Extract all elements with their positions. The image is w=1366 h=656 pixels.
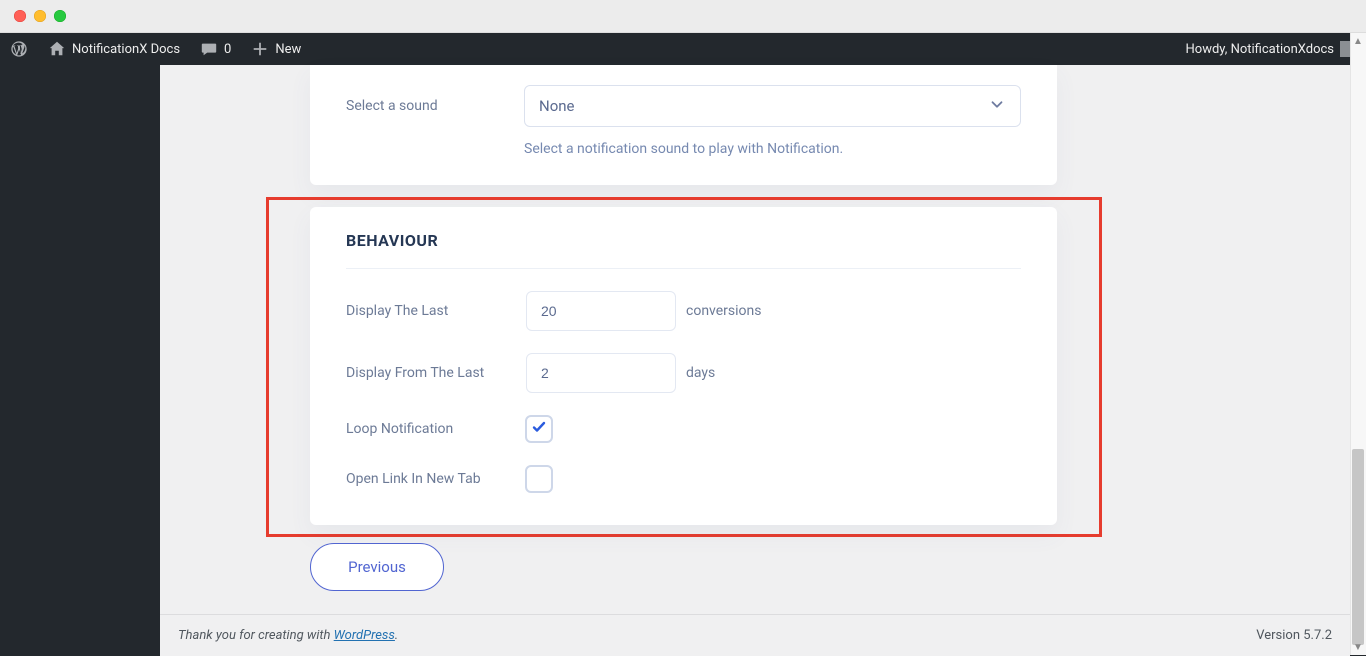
comments-link[interactable]: 0 [200,40,231,58]
sound-section-card: Select a sound None Select a notificatio… [310,65,1057,185]
macos-titlebar [0,0,1366,32]
my-account-menu[interactable]: Howdy, NotificationXdocs [1186,41,1356,57]
new-label: New [275,42,301,57]
previous-button[interactable]: Previous [310,543,444,591]
scroll-down-icon[interactable]: ▼ [1350,639,1366,655]
wp-footer: Thank you for creating with WordPress. V… [160,614,1350,656]
display-last-input[interactable] [526,291,676,331]
window-close-icon[interactable] [14,10,26,22]
display-from-last-label: Display From The Last [346,365,516,381]
sound-select-value: None [539,97,575,115]
check-icon [531,419,547,440]
check-icon [531,469,547,490]
display-last-label: Display The Last [346,303,516,319]
plus-icon [251,40,269,58]
wp-content-area: Select a sound None Select a notificatio… [0,65,1366,656]
display-last-suffix: conversions [686,303,761,319]
site-title: NotificationX Docs [72,42,180,57]
sound-select[interactable]: None [524,85,1021,127]
sound-select-label: Select a sound [346,98,496,114]
browser-viewport: NotificationX Docs 0 New Howdy, Notifica… [0,32,1366,655]
behaviour-title: BEHAVIOUR [346,231,1021,269]
wordpress-logo-icon [10,40,28,58]
scrollbar[interactable]: ▲ ▼ [1350,33,1366,655]
site-name-link[interactable]: NotificationX Docs [48,40,180,58]
scroll-up-icon[interactable]: ▲ [1350,33,1366,49]
wp-logo-menu[interactable] [10,40,28,58]
new-content-menu[interactable]: New [251,40,301,58]
comment-icon [200,40,218,58]
loop-notification-checkbox[interactable] [525,415,553,443]
previous-button-label: Previous [348,558,406,576]
display-from-last-input[interactable] [526,353,676,393]
display-from-last-suffix: days [686,365,715,381]
page-body: Select a sound None Select a notificatio… [160,65,1350,656]
sound-hint: Select a notification sound to play with… [346,141,1021,157]
chevron-down-icon [988,95,1006,117]
home-icon [48,40,66,58]
behaviour-section-card: BEHAVIOUR Display The Last conversions D… [310,207,1057,525]
wp-admin-bar: NotificationX Docs 0 New Howdy, Notifica… [0,33,1366,65]
window-minimize-icon[interactable] [34,10,46,22]
howdy-text: Howdy, NotificationXdocs [1186,42,1334,57]
comments-count: 0 [224,42,231,57]
open-link-label: Open Link In New Tab [346,471,525,487]
window-zoom-icon[interactable] [54,10,66,22]
loop-notification-label: Loop Notification [346,421,525,437]
footer-version: Version 5.7.2 [1256,628,1332,643]
scroll-thumb[interactable] [1352,449,1364,645]
wordpress-link[interactable]: WordPress [334,628,395,643]
open-link-checkbox[interactable] [525,465,553,493]
footer-thankyou: Thank you for creating with WordPress. [178,628,398,643]
